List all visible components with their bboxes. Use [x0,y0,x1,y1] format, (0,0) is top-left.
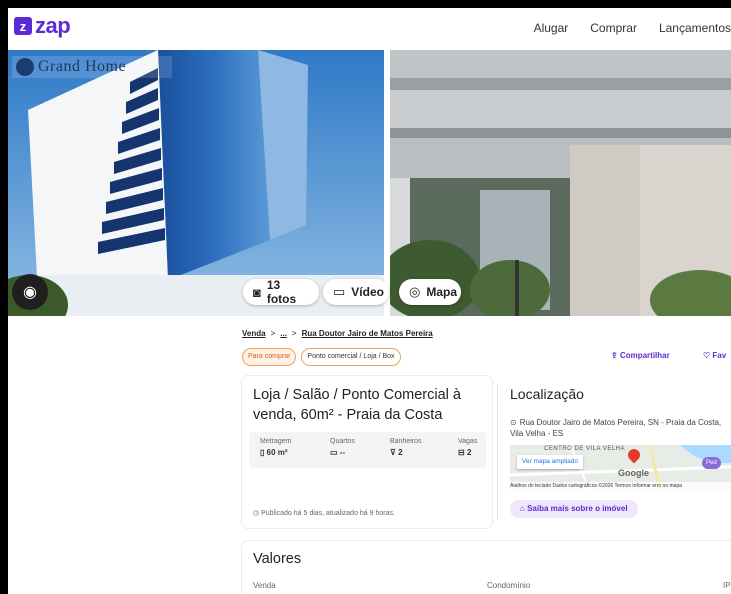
map-area-label: CENTRO DE VILA VELHA [544,446,626,452]
home-icon: ⌂ [520,504,528,513]
zap-logo[interactable]: z zap [14,13,71,38]
nav-lancamentos[interactable]: Lançamentos [659,21,731,35]
nav-alugar[interactable]: Alugar [534,21,569,35]
logo-text: zap [35,13,71,38]
ruler-icon: ▯ [260,448,267,457]
stat-vagas: Vagas ⊟ 2 [458,438,477,457]
value-label-venda: Venda [253,581,276,590]
nav-comprar[interactable]: Comprar [590,21,637,35]
stat-label: Vagas [458,438,478,445]
video-icon: ▭ [333,284,346,299]
camera-icon: ◉ [23,284,37,301]
stat-label: Quartos [330,438,355,445]
map-footer[interactable]: Atalhos do teclado Dados cartográficos ©… [510,482,731,491]
photos-label: 13 fotos [266,278,297,306]
values-title: Valores [253,551,302,567]
listing-tags: Para comprar Ponto comercial / Loja / Bo… [242,348,401,366]
values-card: Valores Venda Condomínio IP [242,541,731,594]
map-label: Mapa [426,285,458,299]
heart-icon: ♡ [703,351,711,360]
stat-quartos: Quartos ▭ -- [330,438,355,457]
breadcrumb-separator: > [270,329,276,338]
bed-icon: ▭ [330,448,340,457]
stat-value: 2 [398,448,403,457]
window-frame-top [0,0,731,8]
brand-logo-icon [16,58,34,76]
listing-title: Loja / Salão / Ponto Comercial à venda, … [253,387,461,423]
map-poi[interactable]: Ped [702,457,721,469]
learn-more-button[interactable]: ⌂ Saiba mais sobre o imóvel [510,500,638,518]
location-pin-icon: ⊙ [510,418,517,427]
zap-logo-icon: z [14,17,32,35]
breadcrumb-venda[interactable]: Venda [242,329,266,338]
breadcrumb-ellipsis[interactable]: ... [280,329,287,338]
breadcrumb-separator: > [291,329,297,338]
video-button[interactable]: ▭ Vídeo [323,279,389,305]
view-larger-map-button[interactable]: Ver mapa ampliado [517,455,584,469]
camera-small-icon: ◙ [253,284,261,300]
brand-watermark-text: Grand Home [38,58,127,75]
stat-label: Banheiros [390,438,422,445]
location-title: Localização [510,386,584,402]
gallery-photo-main[interactable]: Grand Home [8,50,384,316]
camera-button[interactable]: ◉ [12,274,48,310]
car-icon: ⊟ [458,448,467,457]
tag-para-comprar: Para comprar [242,348,297,366]
learn-more-label: Saiba mais sobre o imóvel [527,504,628,513]
breadcrumb: Venda > ... > Rua Doutor Jairo de Matos … [242,329,433,338]
listing-summary-card: Loja / Salão / Ponto Comercial à venda, … [242,376,492,528]
stat-banheiros: Banheiros ⊽ 2 [390,438,422,457]
site-header: z zap Alugar Comprar Lançamentos [8,8,731,50]
building-photo-illustration [8,50,384,316]
share-icon: ⇪ [611,351,618,360]
gallery-photo-secondary[interactable] [390,50,731,316]
share-label: Compartilhar [619,351,670,360]
favorite-button[interactable]: ♡ Fav [703,351,726,360]
location-address: ⊙ Rua Doutor Jairo de Matos Pereira, SN -… [510,417,731,439]
map-pin-icon: ◎ [409,284,421,299]
video-label: Vídeo [351,285,384,299]
share-button[interactable]: ⇪ Compartilhar [611,351,670,360]
google-brand: Google [618,468,649,478]
photos-button[interactable]: ◙ 13 fotos [243,278,319,306]
breadcrumb-street[interactable]: Rua Doutor Jairo de Matos Pereira [302,329,433,338]
address-text: Rua Doutor Jairo de Matos Pereira, SN - … [510,418,722,438]
main-nav: Alugar Comprar Lançamentos [534,21,731,35]
stat-value: 2 [466,448,472,457]
map-button[interactable]: ◎ Mapa [399,279,461,305]
section-divider [497,384,498,520]
published-info: ◷ Publicado há 5 dias, atualizado há 9 h… [253,509,395,517]
stat-value: 60 m² [266,448,288,457]
listing-stats: Metragem ▯ 60 m² Quartos ▭ -- Banheiros … [249,432,486,468]
brand-watermark: Grand Home [12,56,172,78]
entrance-photo-illustration [390,50,731,316]
window-frame-left [0,0,8,594]
bath-icon: ⊽ [390,448,399,457]
stat-value: -- [339,448,346,457]
embedded-map[interactable]: CENTRO DE VILA VELHA Google Ped Ver mapa… [510,445,731,491]
stat-metragem: Metragem ▯ 60 m² [260,438,292,457]
value-label-iptu: IP [723,581,731,590]
clock-icon: ◷ [253,510,262,517]
published-text: Publicado há 5 dias, atualizado há 9 hor… [261,510,395,517]
tag-property-type: Ponto comercial / Loja / Box [301,348,401,366]
value-label-condominio: Condomínio [487,581,531,590]
stat-label: Metragem [260,438,292,445]
favorite-label: Fav [712,351,727,360]
